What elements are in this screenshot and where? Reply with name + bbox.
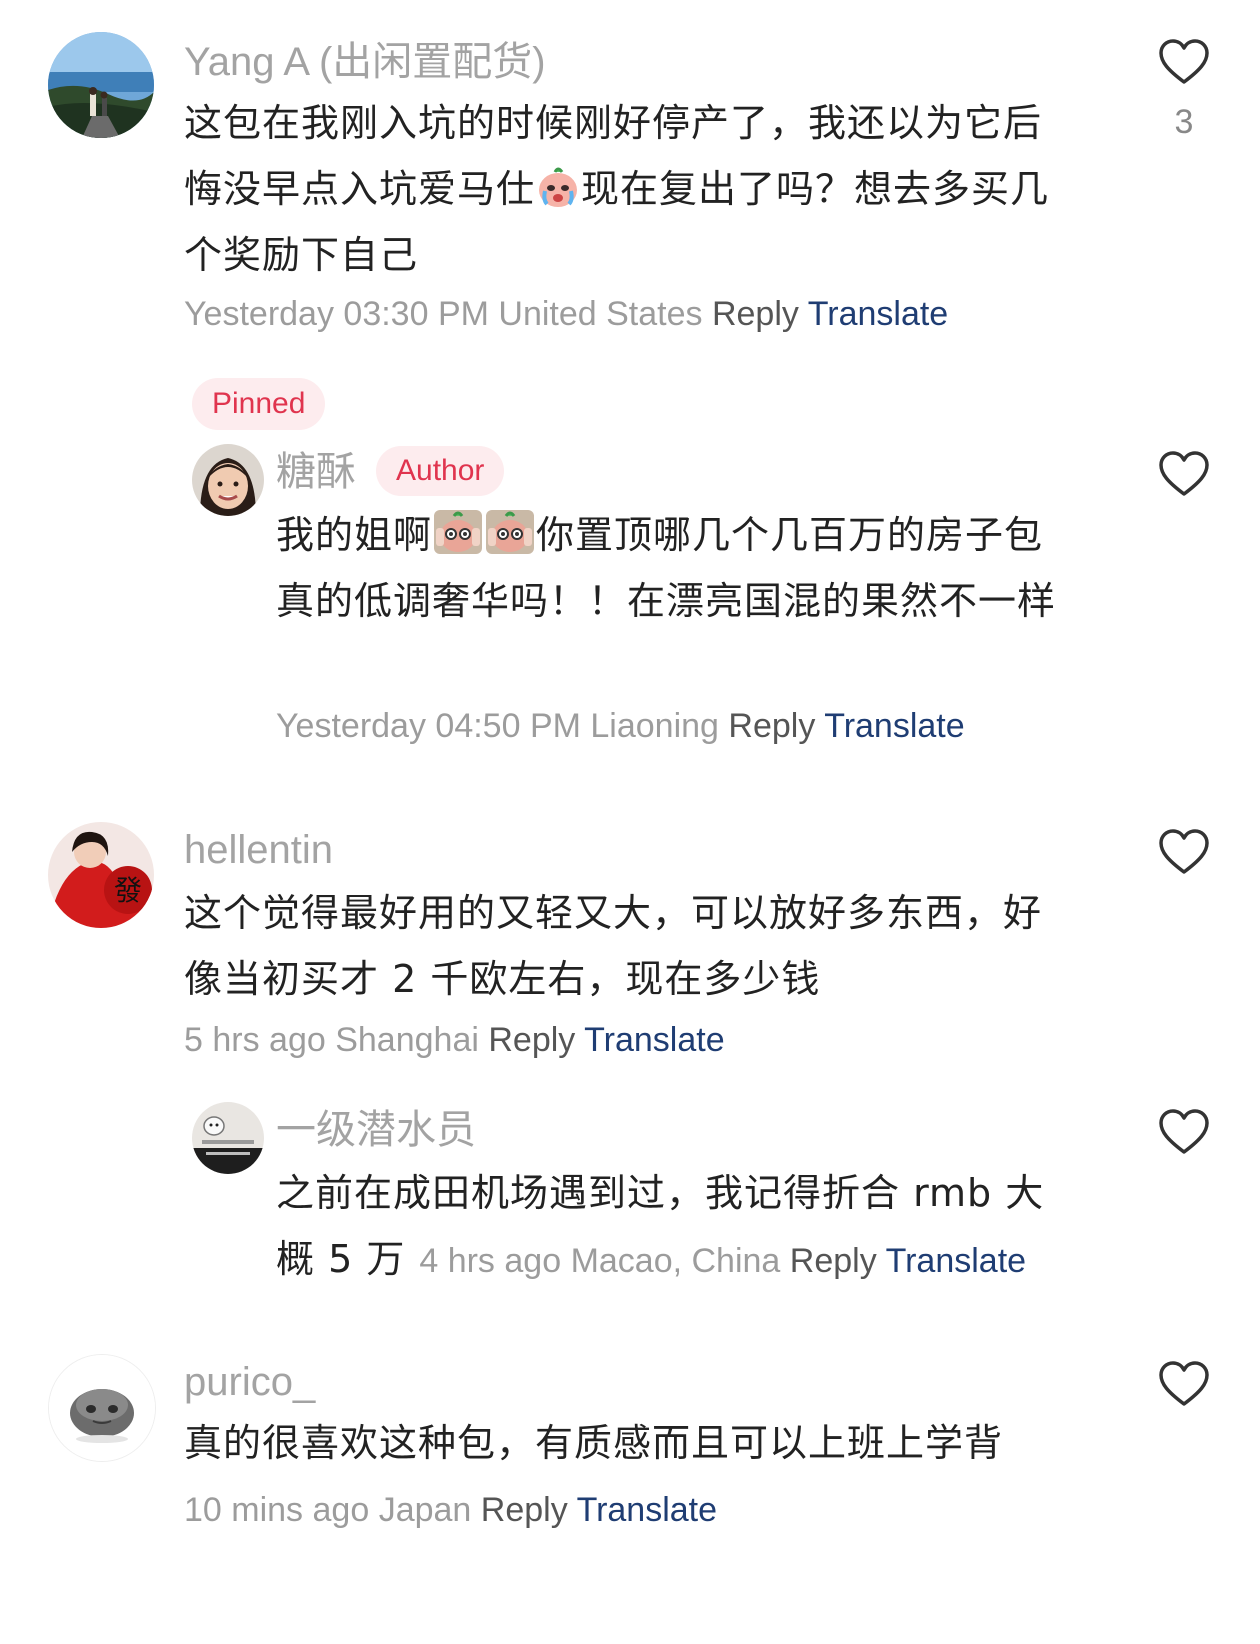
reply-button[interactable]: Reply	[712, 295, 799, 333]
username[interactable]: Yang A (出闲置配货)	[184, 38, 546, 86]
peeking-peach-emoji	[484, 506, 536, 556]
comment-text: 这包在我刚入坑的时候刚好停产了，我还以为它后悔没早点入坑爱马仕 现在复出了吗？想去…	[184, 101, 1050, 277]
location: United States	[498, 295, 703, 333]
reply-button[interactable]: Reply	[481, 1491, 568, 1529]
author-badge: Author	[376, 446, 505, 496]
like-button[interactable]	[1158, 450, 1210, 498]
like-count: 3	[1174, 103, 1194, 141]
location: Liaoning	[590, 707, 719, 745]
user-avatar[interactable]	[192, 1102, 264, 1174]
translate-button[interactable]: Translate	[886, 1242, 1026, 1280]
timestamp: Yesterday 04:50 PM	[276, 707, 581, 745]
heart-icon	[1159, 1361, 1209, 1406]
location: Shanghai	[335, 1021, 479, 1059]
like-button[interactable]	[1158, 1360, 1210, 1408]
timestamp: 4 hrs ago	[419, 1242, 562, 1280]
red-dress-avatar: 發	[48, 822, 154, 928]
peeking-peach-emoji	[432, 506, 484, 556]
reply-button[interactable]: Reply	[728, 707, 815, 745]
comment-text: 之前在成田机场遇到过，我记得折合 rmb 大概 5 万4 hrs ago Mac…	[276, 1171, 1045, 1281]
beach-photo-avatar	[48, 32, 154, 138]
username[interactable]: 一级潜水员	[276, 1106, 476, 1154]
comment-meta: 5 hrs ago Shanghai Reply Translate	[184, 1018, 725, 1062]
like-button[interactable]	[1158, 828, 1210, 876]
user-avatar[interactable]: 發	[48, 822, 154, 928]
translate-button[interactable]: Translate	[808, 295, 948, 333]
stone-creature-avatar	[49, 1355, 155, 1461]
cat-meme-avatar	[192, 1102, 264, 1174]
translate-button[interactable]: Translate	[584, 1021, 724, 1059]
username[interactable]: purico_	[184, 1358, 315, 1406]
reply-button[interactable]: Reply	[488, 1021, 575, 1059]
timestamp: Yesterday 03:30 PM	[184, 295, 489, 333]
location: Macao, China	[570, 1242, 781, 1280]
like-button[interactable]	[1158, 38, 1210, 86]
translate-button[interactable]: Translate	[824, 707, 964, 745]
username[interactable]: 糖酥	[276, 448, 356, 496]
location: Japan	[378, 1491, 472, 1529]
user-avatar[interactable]	[48, 32, 154, 138]
comment-meta: Yesterday 03:30 PM United States Reply T…	[184, 292, 948, 336]
comment-text: 真的很喜欢这种包，有质感而且可以上班上学背	[184, 1421, 1004, 1465]
user-avatar[interactable]	[192, 444, 264, 516]
smiling-girl-avatar	[192, 444, 264, 516]
heart-icon	[1159, 39, 1209, 84]
comment-meta: 4 hrs ago Macao, China Reply Translate	[419, 1242, 1026, 1280]
pinned-badge: Pinned	[192, 378, 326, 430]
comment-meta: 10 mins ago Japan Reply Translate	[184, 1488, 717, 1532]
reply-button[interactable]: Reply	[790, 1242, 877, 1280]
comment-text: 我的姐啊 你置顶哪几个几百万的房子包真的低调奢华吗！！在漂亮国混的果然不一样	[276, 502, 1066, 634]
heart-icon	[1159, 1109, 1209, 1154]
heart-icon	[1159, 451, 1209, 496]
user-avatar[interactable]	[48, 1354, 156, 1462]
timestamp: 10 mins ago	[184, 1491, 370, 1529]
comment-meta: Yesterday 04:50 PM Liaoning Reply Transl…	[276, 704, 965, 748]
username[interactable]: hellentin	[184, 826, 333, 874]
svg-text:發: 發	[114, 874, 142, 907]
translate-button[interactable]: Translate	[577, 1491, 717, 1529]
comment-text: 这个觉得最好用的又轻又大，可以放好多东西，好像当初买才 2 千欧左右，现在多少钱	[184, 891, 1043, 1001]
like-button[interactable]	[1158, 1108, 1210, 1156]
heart-icon	[1159, 829, 1209, 874]
crying-peach-emoji	[535, 164, 581, 210]
timestamp: 5 hrs ago	[184, 1021, 326, 1059]
